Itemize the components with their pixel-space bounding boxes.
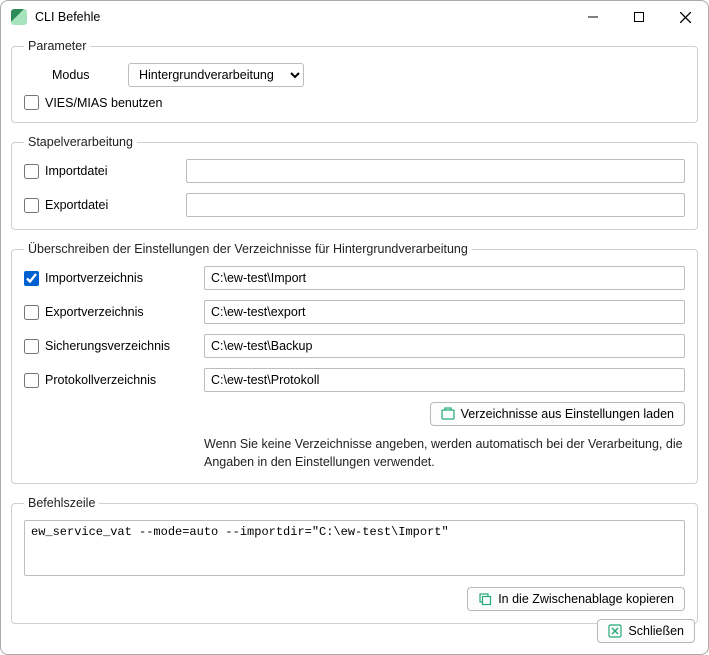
backupdir-label-text: Sicherungsverzeichnis bbox=[45, 339, 170, 353]
logdir-checkbox-label[interactable]: Protokollverzeichnis bbox=[24, 373, 204, 388]
minimize-button[interactable] bbox=[570, 1, 616, 33]
exportfile-label-text: Exportdatei bbox=[45, 198, 108, 212]
importfile-input[interactable] bbox=[186, 159, 685, 183]
load-dirs-button-label: Verzeichnisse aus Einstellungen laden bbox=[461, 407, 674, 421]
batch-group: Stapelverarbeitung Importdatei Exportdat… bbox=[11, 135, 698, 230]
exportfile-input[interactable] bbox=[186, 193, 685, 217]
parameter-group: Parameter Modus Hintergrundverarbeitung … bbox=[11, 39, 698, 123]
copy-button[interactable]: In die Zwischenablage kopieren bbox=[467, 587, 685, 611]
window-title: CLI Befehle bbox=[35, 10, 100, 24]
exportdir-checkbox-label[interactable]: Exportverzeichnis bbox=[24, 305, 204, 320]
backupdir-checkbox-label[interactable]: Sicherungsverzeichnis bbox=[24, 339, 204, 354]
exportdir-input[interactable] bbox=[204, 300, 685, 324]
modus-label: Modus bbox=[24, 68, 108, 82]
importdir-checkbox-label[interactable]: Importverzeichnis bbox=[24, 271, 204, 286]
backupdir-checkbox[interactable] bbox=[24, 339, 39, 354]
copy-icon bbox=[478, 592, 492, 606]
dirs-hint: Wenn Sie keine Verzeichnisse angeben, we… bbox=[204, 436, 685, 471]
exportfile-checkbox[interactable] bbox=[24, 198, 39, 213]
load-dirs-button[interactable]: Verzeichnisse aus Einstellungen laden bbox=[430, 402, 685, 426]
parameter-legend: Parameter bbox=[24, 39, 90, 53]
exportfile-checkbox-label[interactable]: Exportdatei bbox=[24, 198, 186, 213]
cmd-textarea[interactable] bbox=[24, 520, 685, 576]
maximize-button[interactable] bbox=[616, 1, 662, 33]
backupdir-input[interactable] bbox=[204, 334, 685, 358]
close-icon bbox=[608, 624, 622, 638]
load-icon bbox=[441, 407, 455, 421]
dirs-legend: Überschreiben der Einstellungen der Verz… bbox=[24, 242, 472, 256]
importfile-checkbox[interactable] bbox=[24, 164, 39, 179]
close-button[interactable] bbox=[662, 1, 708, 33]
importdir-label-text: Importverzeichnis bbox=[45, 271, 143, 285]
close-dialog-button-label: Schließen bbox=[628, 624, 684, 638]
exportdir-label-text: Exportverzeichnis bbox=[45, 305, 144, 319]
cmd-group: Befehlszeile In die Zwischenablage kopie… bbox=[11, 496, 698, 624]
exportdir-checkbox[interactable] bbox=[24, 305, 39, 320]
logdir-checkbox[interactable] bbox=[24, 373, 39, 388]
importfile-checkbox-label[interactable]: Importdatei bbox=[24, 164, 186, 179]
copy-button-label: In die Zwischenablage kopieren bbox=[498, 592, 674, 606]
vies-checkbox-label[interactable]: VIES/MIAS benutzen bbox=[24, 95, 162, 110]
importdir-input[interactable] bbox=[204, 266, 685, 290]
titlebar: CLI Befehle bbox=[1, 1, 708, 33]
batch-legend: Stapelverarbeitung bbox=[24, 135, 137, 149]
importfile-label-text: Importdatei bbox=[45, 164, 108, 178]
close-dialog-button[interactable]: Schließen bbox=[597, 619, 695, 643]
cmd-legend: Befehlszeile bbox=[24, 496, 99, 510]
vies-label-text: VIES/MIAS benutzen bbox=[45, 96, 162, 110]
vies-checkbox[interactable] bbox=[24, 95, 39, 110]
logdir-input[interactable] bbox=[204, 368, 685, 392]
dirs-group: Überschreiben der Einstellungen der Verz… bbox=[11, 242, 698, 484]
logdir-label-text: Protokollverzeichnis bbox=[45, 373, 156, 387]
app-icon bbox=[11, 9, 27, 25]
modus-select[interactable]: Hintergrundverarbeitung bbox=[128, 63, 304, 87]
importdir-checkbox[interactable] bbox=[24, 271, 39, 286]
